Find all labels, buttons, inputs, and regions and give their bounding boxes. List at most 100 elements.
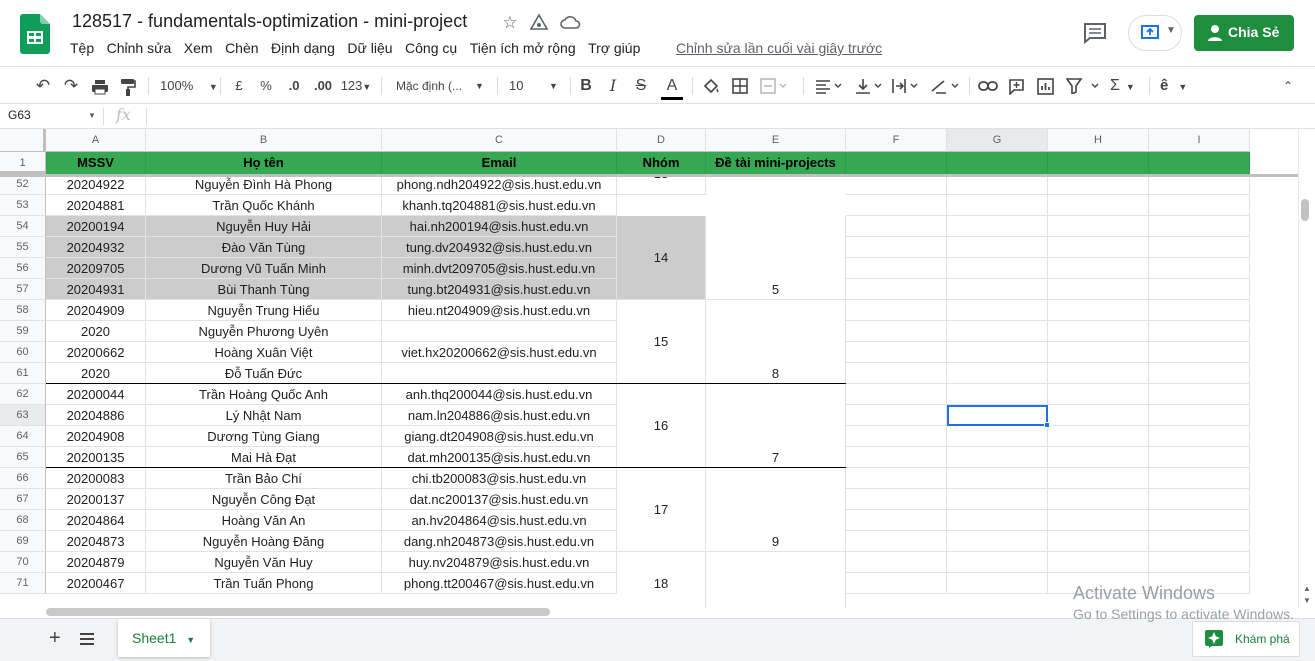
cell-empty[interactable] [1048, 363, 1149, 384]
decrease-decimal-button[interactable]: .0 [283, 75, 305, 97]
cell-empty[interactable] [1149, 258, 1250, 279]
cell-empty[interactable] [846, 258, 947, 279]
cell-email[interactable] [382, 321, 617, 342]
cell-mssv[interactable]: 2020 [46, 321, 146, 342]
cell-empty[interactable] [947, 258, 1048, 279]
fill-handle[interactable] [1044, 422, 1050, 428]
cell-empty[interactable] [846, 384, 947, 405]
cell-email[interactable]: anh.thq200044@sis.hust.edu.vn [382, 384, 617, 405]
cell-name[interactable]: Nguyễn Trung Hiếu [146, 300, 382, 321]
cell-empty[interactable] [846, 552, 947, 573]
cell-name[interactable]: Nguyễn Phương Uyên [146, 321, 382, 342]
cell-empty[interactable] [1149, 384, 1250, 405]
group-cell[interactable]: 16 [617, 384, 706, 468]
cell-email[interactable]: tung.dv204932@sis.hust.edu.vn [382, 237, 617, 258]
collapse-menu-icon[interactable]: ⌃ [1280, 75, 1296, 97]
cell-empty[interactable] [846, 216, 947, 237]
borders-icon[interactable] [732, 78, 748, 94]
cell-email[interactable]: huy.nv204879@sis.hust.edu.vn [382, 552, 617, 573]
cell-empty[interactable] [1149, 300, 1250, 321]
row-header[interactable]: 67 [0, 489, 46, 510]
cell-empty[interactable] [947, 342, 1048, 363]
cell-empty[interactable] [846, 468, 947, 489]
header-cell-f[interactable] [846, 152, 947, 174]
last-edit-link[interactable]: Chỉnh sửa lần cuối vài giây trước [676, 40, 882, 56]
cell-mssv[interactable]: 20200662 [46, 342, 146, 363]
cell-empty[interactable] [947, 300, 1048, 321]
select-all-corner[interactable] [0, 129, 46, 152]
cell-mssv[interactable]: 20200194 [46, 216, 146, 237]
font-family-select[interactable]: Mặc định (... ▼ [396, 75, 486, 97]
cell-empty[interactable] [846, 195, 947, 216]
column-header-f[interactable]: F [846, 129, 947, 152]
column-header-g[interactable]: G [947, 129, 1048, 152]
sheet-tab-sheet1[interactable]: Sheet1 ▼ [118, 619, 210, 657]
column-header-b[interactable]: B [146, 129, 382, 152]
insert-link-icon[interactable] [978, 79, 998, 93]
cell-mssv[interactable]: 20200044 [46, 384, 146, 405]
more-formats-button[interactable]: 123▼ [340, 75, 372, 97]
cell-mssv[interactable]: 20204873 [46, 531, 146, 552]
menu-view[interactable]: Xem [184, 40, 213, 60]
cell-name[interactable]: Hoàng Văn An [146, 510, 382, 531]
star-icon[interactable]: ☆ [499, 12, 521, 34]
column-header-h[interactable]: H [1048, 129, 1149, 152]
cell-empty[interactable] [1149, 174, 1250, 195]
cell-empty[interactable] [1048, 489, 1149, 510]
cell-empty[interactable] [1149, 237, 1250, 258]
row-header[interactable]: 59 [0, 321, 46, 342]
cell-empty[interactable] [846, 447, 947, 468]
cell-email[interactable]: phong.tt200467@sis.hust.edu.vn [382, 573, 617, 594]
menu-file[interactable]: Tệp [70, 40, 94, 60]
cell-empty[interactable] [1048, 447, 1149, 468]
row-header[interactable]: 60 [0, 342, 46, 363]
cell-empty[interactable] [947, 552, 1048, 573]
explore-button[interactable]: Khám phá [1192, 621, 1300, 657]
cell-empty[interactable] [1149, 489, 1250, 510]
row-header[interactable]: 58 [0, 300, 46, 321]
cell-empty[interactable] [947, 363, 1048, 384]
cell-empty[interactable] [1048, 321, 1149, 342]
input-tools-icon[interactable]: ê ▼ [1160, 75, 1194, 97]
group-cell[interactable]: 18 [617, 552, 706, 608]
cell-mssv[interactable]: 20204879 [46, 552, 146, 573]
cell-email[interactable]: giang.dt204908@sis.hust.edu.vn [382, 426, 617, 447]
menu-format[interactable]: Định dạng [271, 40, 335, 60]
cell-email[interactable]: hieu.nt204909@sis.hust.edu.vn [382, 300, 617, 321]
group-cell[interactable]: 14 [617, 216, 706, 300]
cell-name[interactable]: Nguyễn Công Đạt [146, 489, 382, 510]
frozen-row-divider[interactable] [0, 174, 1298, 177]
row-header[interactable]: 68 [0, 510, 46, 531]
row-header[interactable]: 54 [0, 216, 46, 237]
row-header[interactable]: 65 [0, 447, 46, 468]
cell-name[interactable]: Lý Nhật Nam [146, 405, 382, 426]
horizontal-align-icon[interactable] [815, 78, 845, 94]
cell-email[interactable]: chi.tb200083@sis.hust.edu.vn [382, 468, 617, 489]
text-wrapping-icon[interactable] [891, 77, 921, 95]
menu-extensions[interactable]: Tiện ích mở rộng [470, 40, 576, 60]
group-cell[interactable]: 15 [617, 300, 706, 384]
cell-name[interactable]: Trần Quốc Khánh [146, 195, 382, 216]
cell-mssv[interactable]: 20200135 [46, 447, 146, 468]
cell-mssv[interactable]: 20209705 [46, 258, 146, 279]
cell-mssv[interactable]: 20204886 [46, 405, 146, 426]
row-header[interactable]: 57 [0, 279, 46, 300]
cell-email[interactable]: khanh.tq204881@sis.hust.edu.vn [382, 195, 617, 216]
cell-mssv[interactable]: 20204864 [46, 510, 146, 531]
fill-color-icon[interactable] [702, 78, 720, 94]
cell-name[interactable]: Dương Tùng Giang [146, 426, 382, 447]
currency-format-button[interactable]: £ [231, 75, 247, 97]
cell-empty[interactable] [1048, 468, 1149, 489]
column-header-a[interactable]: A [46, 129, 146, 152]
cell-mssv[interactable]: 2020 [46, 363, 146, 384]
column-header-i[interactable]: I [1149, 129, 1250, 152]
cell-empty[interactable] [1048, 510, 1149, 531]
menu-edit[interactable]: Chỉnh sửa [107, 40, 172, 60]
cell-empty[interactable] [846, 279, 947, 300]
row-header[interactable]: 53 [0, 195, 46, 216]
cell-empty[interactable] [1149, 195, 1250, 216]
cell-mssv[interactable]: 20204932 [46, 237, 146, 258]
cell-email[interactable]: hai.nh200194@sis.hust.edu.vn [382, 216, 617, 237]
text-color-icon[interactable]: A [661, 75, 683, 100]
vertical-align-icon[interactable] [855, 77, 885, 95]
